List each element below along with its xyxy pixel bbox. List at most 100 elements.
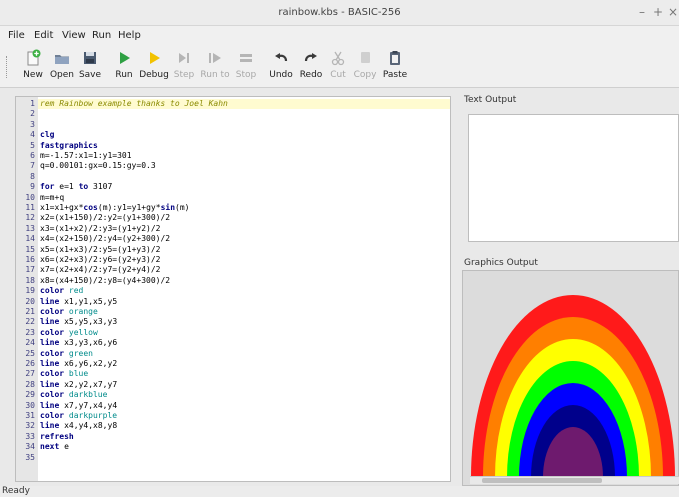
code-line[interactable]: 1 rem Rainbow example thanks to Joel Kahn [16, 99, 228, 109]
menu-edit[interactable]: Edit [34, 30, 53, 41]
line-number: 27 [25, 369, 35, 379]
menu-run[interactable]: Run [92, 30, 111, 41]
code-editor[interactable]: 1 rem Rainbow example thanks to Joel Kahn… [15, 96, 451, 482]
code-text: q=0.00101:gx=0.15:gy=0.3 [40, 161, 156, 171]
graphics-output-area[interactable] [462, 270, 679, 486]
code-line[interactable]: 13 x3=(x1+x2)/2:y3=(y1+y2)/2 [16, 224, 160, 234]
graphics-output-label: Graphics Output [464, 258, 538, 268]
cut-button[interactable]: Cut [328, 48, 348, 86]
code-line[interactable]: 26 line x6,y6,x2,y2 [16, 359, 117, 369]
code-line[interactable]: 17 x7=(x2+x4)/2:y7=(y2+y4)/2 [16, 265, 160, 275]
text-output-area[interactable] [468, 114, 679, 242]
code-line[interactable]: 22 line x5,y5,x3,y3 [16, 317, 117, 327]
code-line[interactable]: 15 x5=(x1+x3)/2:y5=(y1+y3)/2 [16, 245, 160, 255]
code-line[interactable]: 32 line x4,y4,x8,y8 [16, 421, 117, 431]
copy-icon [361, 52, 370, 63]
run-to-label: Run to [200, 70, 230, 80]
code-text: line x2,y2,x7,y7 [40, 379, 118, 389]
graphics-scrollbar-thumb[interactable] [482, 478, 602, 483]
code-line[interactable]: 23 color yellow [16, 327, 97, 338]
line-number: 31 [25, 411, 35, 420]
toolbar-grip[interactable] [6, 56, 8, 78]
run-to-button[interactable]: Run to [199, 48, 231, 86]
redo-button[interactable]: Redo [298, 48, 324, 86]
step-button[interactable]: Step [173, 48, 195, 86]
code-line[interactable]: 7 q=0.00101:gx=0.15:gy=0.3 [16, 161, 156, 171]
code-line[interactable]: 8 [16, 172, 40, 182]
code-line[interactable]: 16 x6=(x2+x3)/2:y6=(y2+y3)/2 [16, 255, 160, 265]
new-file-icon [27, 49, 41, 66]
code-line[interactable]: 25 color green [16, 349, 93, 359]
new-button[interactable]: New [20, 48, 46, 86]
minimize-button[interactable]: – [636, 5, 648, 19]
copy-button[interactable]: Copy [352, 48, 378, 86]
redo-label: Redo [299, 70, 323, 80]
paste-label: Paste [382, 70, 408, 80]
code-text: color darkpurple [40, 411, 118, 420]
line-number: 35 [25, 452, 35, 462]
code-line[interactable]: 12 x2=(x1+150)/2:y2=(y1+300)/2 [16, 213, 170, 223]
code-text: line x5,y5,x3,y3 [40, 317, 118, 327]
code-line[interactable]: 9 for e=1 to 3107 [16, 182, 112, 192]
code-line[interactable]: 28 line x2,y2,x7,y7 [16, 380, 117, 390]
code-line[interactable]: 5 fastgraphics [16, 141, 98, 151]
line-number: 32 [25, 421, 35, 431]
code-line[interactable]: 11 x1=x1+gx*cos(m):y1=y1+gy*sin(m) [16, 203, 190, 213]
title-bar: rainbow.kbs - BASIC-256 – + × [0, 0, 679, 26]
cut-icon [331, 51, 345, 66]
save-label: Save [78, 70, 102, 80]
code-line[interactable]: 20 line x1,y1,x5,y5 [16, 297, 117, 307]
redo-icon [304, 53, 317, 62]
code-line[interactable]: 35 [16, 453, 40, 463]
code-text: for e=1 to 3107 [40, 182, 113, 192]
code-line[interactable]: 10 m=m+q [16, 193, 64, 203]
run-to-icon [209, 53, 221, 63]
debug-label: Debug [139, 70, 169, 80]
open-button[interactable]: Open [49, 48, 75, 86]
new-label: New [23, 70, 43, 80]
code-line[interactable]: 2 [16, 109, 40, 119]
code-line[interactable]: 4 clg [16, 130, 54, 140]
code-text: clg [40, 130, 55, 140]
code-line[interactable]: 30 line x7,y7,x4,y4 [16, 401, 117, 411]
window-title: rainbow.kbs - BASIC-256 [278, 7, 401, 18]
code-line[interactable]: 14 x4=(x2+150)/2:y4=(y2+300)/2 [16, 234, 170, 244]
code-line[interactable]: 34 next e [16, 442, 69, 452]
code-line[interactable]: 24 line x3,y3,x6,y6 [16, 338, 117, 348]
line-number: 28 [25, 379, 35, 389]
status-bar: Ready [0, 486, 679, 497]
line-number: 11 [25, 203, 35, 212]
menu-help[interactable]: Help [118, 30, 141, 41]
code-line[interactable]: 3 [16, 120, 40, 130]
code-line[interactable]: 29 color darkblue [16, 390, 107, 400]
undo-button[interactable]: Undo [268, 48, 294, 86]
menu-file[interactable]: File [8, 30, 25, 41]
run-icon [120, 52, 130, 64]
code-line[interactable]: 21 color orange [16, 307, 97, 317]
line-number: 26 [25, 359, 35, 368]
status-text: Ready [2, 486, 30, 496]
save-button[interactable]: Save [78, 48, 102, 86]
maximize-button[interactable]: + [652, 5, 664, 19]
close-button[interactable]: × [667, 5, 679, 19]
run-button[interactable]: Run [113, 48, 135, 86]
code-line[interactable]: 27 color blue [16, 369, 88, 379]
line-number: 30 [25, 400, 35, 410]
menu-view[interactable]: View [62, 30, 86, 41]
stop-button[interactable]: Stop [234, 48, 258, 86]
paste-button[interactable]: Paste [382, 48, 408, 86]
code-line[interactable]: 18 x8=(x4+150)/2:y8=(y4+300)/2 [16, 276, 170, 286]
code-text: x1=x1+gx*cos(m):y1=y1+gy*sin(m) [40, 203, 190, 212]
code-text: color green [40, 348, 93, 358]
line-number: 3 [30, 119, 35, 129]
line-number: 14 [25, 234, 35, 244]
code-line[interactable]: 6 m=-1.57:x1=1:y1=301 [16, 151, 131, 161]
code-line[interactable]: 31 color darkpurple [16, 411, 117, 421]
code-line[interactable]: 19 color red [16, 286, 83, 296]
debug-button[interactable]: Debug [139, 48, 169, 86]
code-line[interactable]: 33 refresh [16, 432, 73, 442]
graphics-scrollbar[interactable] [470, 476, 679, 484]
cut-label: Cut [330, 70, 346, 80]
line-number: 23 [25, 327, 35, 337]
